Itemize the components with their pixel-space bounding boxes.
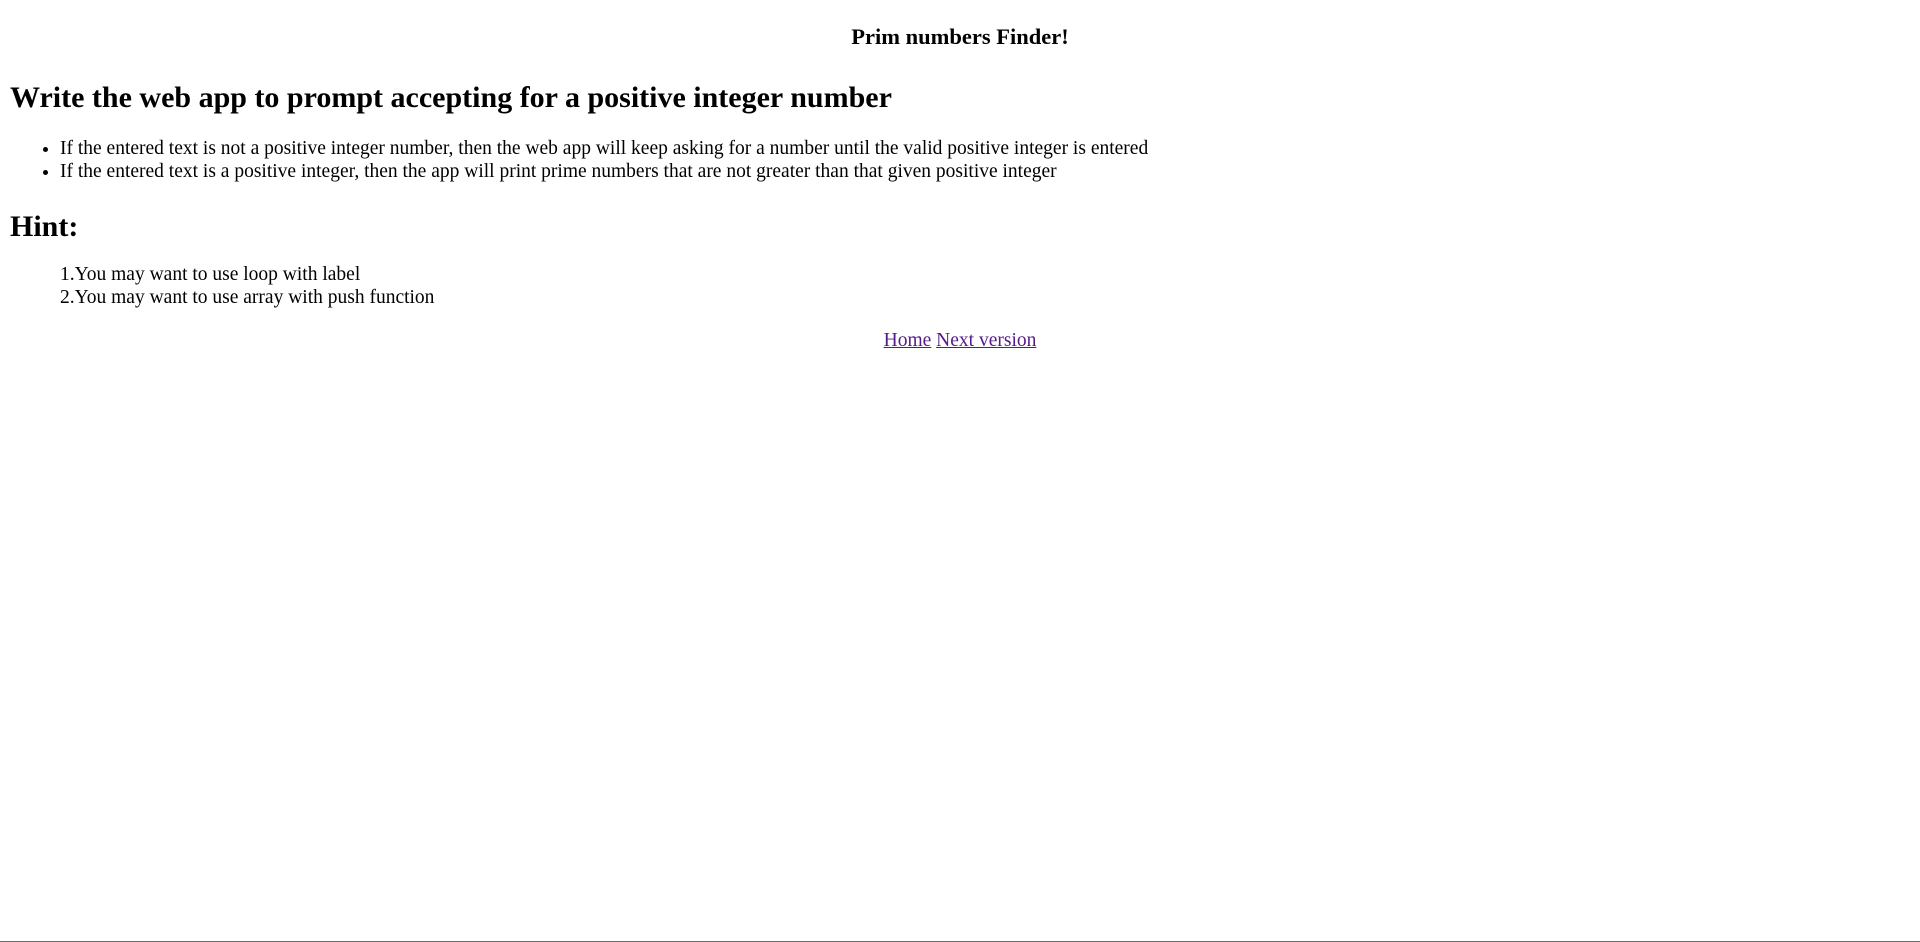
task-title: Write the web app to prompt accepting fo… xyxy=(10,81,892,114)
next-version-link[interactable]: Next version xyxy=(936,330,1036,351)
hints-list: 1.You may want to use loop with label 2.… xyxy=(10,263,1910,309)
hint-item: 1.You may want to use loop with label xyxy=(60,264,361,285)
requirements-list: If the entered text is not a positive in… xyxy=(10,137,1910,183)
nav-links: Home Next version xyxy=(10,329,1910,352)
home-link[interactable]: Home xyxy=(884,330,932,351)
requirement-item: If the entered text is not a positive in… xyxy=(60,137,1910,160)
page-heading: Prim numbers Finder! xyxy=(851,24,1069,49)
page-content: Prim numbers Finder! Write the web app t… xyxy=(0,0,1920,352)
hint-title: Hint: xyxy=(10,210,79,243)
hint-item: 2.You may want to use array with push fu… xyxy=(60,287,435,308)
requirement-item: If the entered text is a positive intege… xyxy=(60,160,1910,183)
